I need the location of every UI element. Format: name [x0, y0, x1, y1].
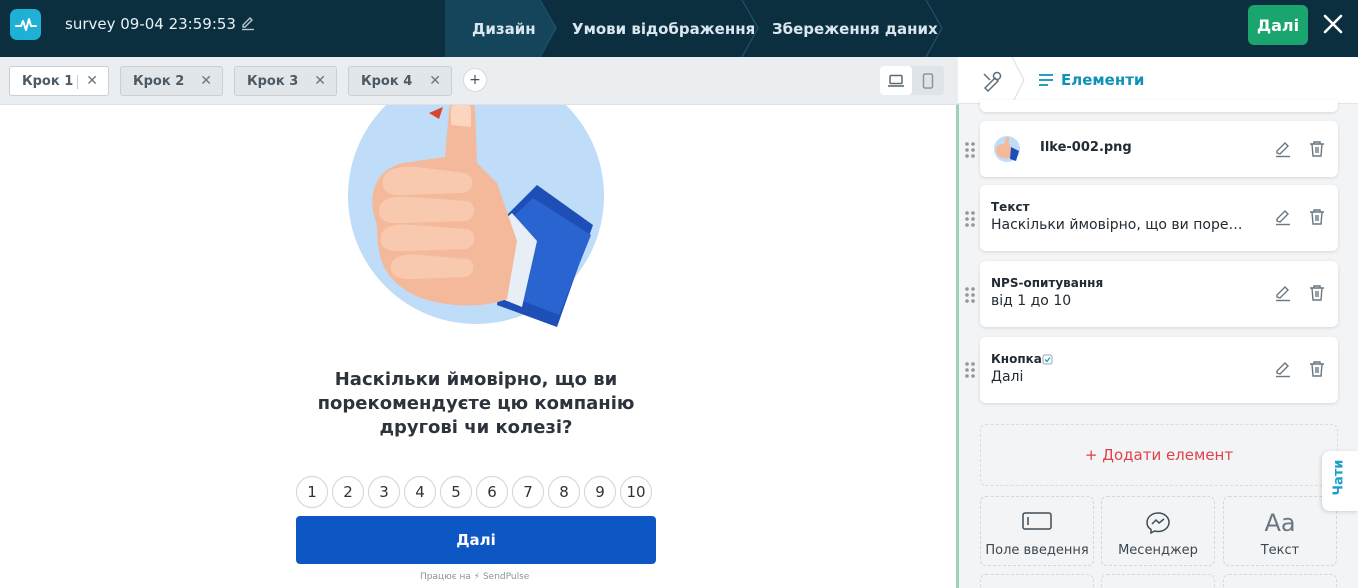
- tool-text[interactable]: Aa Текст: [1223, 496, 1337, 566]
- edit-title-pencil-icon[interactable]: [240, 15, 256, 35]
- nps-option[interactable]: 5: [440, 476, 472, 508]
- nps-option[interactable]: 3: [368, 476, 400, 508]
- delete-trash-icon[interactable]: [1308, 360, 1326, 378]
- panel-title: Елементи: [1061, 71, 1145, 89]
- delete-trash-icon[interactable]: [1308, 140, 1326, 158]
- edit-pencil-icon[interactable]: [1274, 208, 1292, 226]
- element-value: Наскільки ймовірно, що ви порек...: [991, 217, 1246, 233]
- app-logo-icon[interactable]: [10, 9, 41, 40]
- chats-label: Чати: [1331, 459, 1347, 496]
- next-button[interactable]: Далі: [1248, 5, 1308, 45]
- delete-trash-icon[interactable]: [1308, 284, 1326, 302]
- tool-tile-partial: [1101, 574, 1215, 588]
- close-step-icon[interactable]: ✕: [86, 73, 98, 89]
- step-tab-label: Крок 1: [22, 73, 74, 89]
- tool-messenger[interactable]: Месенджер: [1101, 496, 1215, 566]
- nps-option[interactable]: 4: [404, 476, 436, 508]
- text-aa-icon: Aa: [1264, 509, 1296, 537]
- close-icon[interactable]: [1320, 11, 1346, 37]
- thumbs-up-illustration: [348, 105, 604, 327]
- element-type: NPS-опитування: [991, 276, 1104, 290]
- element-value: Далі: [991, 369, 1024, 385]
- chats-tab[interactable]: Чати: [1322, 451, 1358, 511]
- nav-tab-design[interactable]: Дизайн: [472, 0, 536, 57]
- element-value: Ilke-002.png: [1040, 140, 1132, 155]
- nps-option[interactable]: 8: [548, 476, 580, 508]
- nav-separator-icon: [539, 0, 557, 57]
- nps-option[interactable]: 7: [512, 476, 544, 508]
- step-tab-label: Крок 4: [361, 73, 413, 89]
- step-tab-label: Крок 3: [247, 73, 299, 89]
- add-element-button[interactable]: + Додати елемент: [980, 424, 1338, 486]
- nps-option[interactable]: 2: [332, 476, 364, 508]
- nav-tab-data-saving[interactable]: Збереження даних: [772, 0, 938, 57]
- breadcrumb-chevron-icon: [1011, 57, 1025, 104]
- step-tab-1[interactable]: Крок 1 ✕: [9, 66, 109, 96]
- nps-option[interactable]: 9: [584, 476, 616, 508]
- delete-trash-icon[interactable]: [1308, 208, 1326, 226]
- close-step-icon[interactable]: ✕: [200, 73, 212, 89]
- image-thumbnail: [994, 136, 1020, 162]
- edit-pencil-icon[interactable]: [1274, 360, 1292, 378]
- drag-handle-icon[interactable]: [964, 286, 976, 304]
- element-card-button[interactable]: Кнопка Далі: [980, 337, 1338, 403]
- nps-option[interactable]: 6: [476, 476, 508, 508]
- tool-tile-partial: [1223, 574, 1337, 588]
- powered-by-label: Працює на ⚡ SendPulse: [420, 572, 530, 582]
- element-card-image[interactable]: Ilke-002.png: [980, 121, 1338, 177]
- drag-handle-icon[interactable]: [964, 361, 976, 379]
- edit-pencil-icon[interactable]: [1274, 140, 1292, 158]
- element-card-text[interactable]: Текст Наскільки ймовірно, що ви порек...: [980, 185, 1338, 251]
- element-type: Текст: [991, 200, 1030, 214]
- element-card-partial: [980, 100, 1338, 112]
- nps-option[interactable]: 10: [620, 476, 652, 508]
- required-check-icon: [1042, 354, 1053, 365]
- tool-tile-partial: [980, 574, 1094, 588]
- survey-preview: Наскільки ймовірно, що ви порекомендуєте…: [0, 105, 958, 588]
- drag-handle-icon[interactable]: [964, 141, 976, 159]
- close-step-icon[interactable]: ✕: [429, 73, 441, 89]
- step-tab-label: Крок 2: [133, 73, 185, 89]
- preview-next-button[interactable]: Далі: [296, 516, 656, 564]
- close-step-icon[interactable]: ✕: [314, 73, 326, 89]
- tool-label: Месенджер: [1118, 543, 1198, 558]
- element-card-nps[interactable]: NPS-опитування від 1 до 10: [980, 261, 1338, 327]
- nps-option[interactable]: 1: [296, 476, 328, 508]
- question-text: Наскільки ймовірно, що ви порекомендуєте…: [317, 369, 635, 438]
- element-value: від 1 до 10: [991, 293, 1072, 309]
- nps-scale: 1 2 3 4 5 6 7 8 9 10: [296, 476, 658, 508]
- tool-label: Поле введення: [985, 543, 1089, 558]
- elements-list-icon: [1039, 74, 1053, 86]
- element-type: Кнопка: [991, 352, 1042, 366]
- step-tab-4[interactable]: Крок 4 ✕: [348, 66, 452, 96]
- step-tab-3[interactable]: Крок 3 ✕: [234, 66, 337, 96]
- tool-input-field[interactable]: Поле введення: [980, 496, 1094, 566]
- input-field-icon: [1022, 512, 1052, 530]
- design-tools-icon[interactable]: [981, 70, 1003, 93]
- desktop-view-icon[interactable]: [880, 66, 912, 95]
- nav-tab-display-conditions[interactable]: Умови відображення: [572, 0, 755, 57]
- mobile-view-icon[interactable]: [912, 66, 944, 95]
- tab-divider: [77, 75, 78, 89]
- messenger-icon: [1146, 512, 1170, 535]
- add-step-button[interactable]: +: [463, 68, 487, 92]
- step-tab-2[interactable]: Крок 2 ✕: [120, 66, 223, 96]
- drag-handle-icon[interactable]: [964, 210, 976, 228]
- survey-title: survey 09-04 23:59:53: [65, 15, 236, 33]
- edit-pencil-icon[interactable]: [1274, 284, 1292, 302]
- tool-label: Текст: [1260, 543, 1300, 558]
